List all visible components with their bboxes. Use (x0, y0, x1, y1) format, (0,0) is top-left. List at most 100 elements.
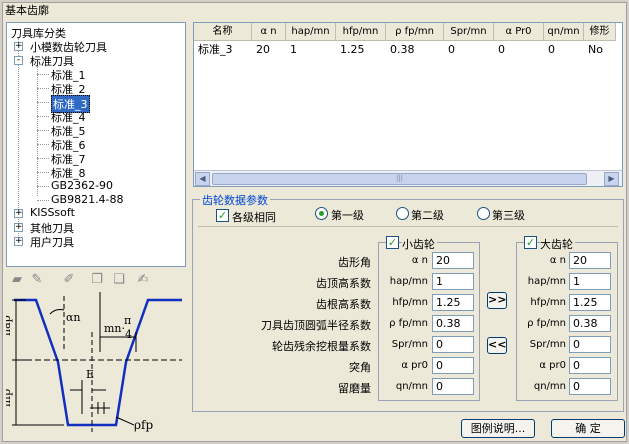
large-gear-symbol: hap/mn (527, 276, 566, 287)
table-cell[interactable]: 0.38 (386, 42, 444, 58)
large-gear-input[interactable]: 0.38 (569, 315, 611, 332)
large-gear-checkbox[interactable]: ✓ (524, 236, 537, 249)
small-gear-input[interactable]: 1.25 (432, 294, 474, 311)
large-gear-input[interactable]: 0 (569, 378, 611, 395)
level-2-radio[interactable] (396, 207, 409, 220)
tree-group-user[interactable]: 用户刀具 (30, 234, 74, 250)
small-gear-input[interactable]: 0 (432, 378, 474, 395)
scroll-right-icon[interactable]: ▶ (604, 172, 619, 186)
tree-connector (37, 116, 49, 117)
small-gear-symbol: hfp/mn (392, 297, 428, 308)
tree-connector (37, 66, 38, 196)
tree-connector (37, 158, 49, 159)
tree-group-kisssoft[interactable]: KISSsoft (30, 206, 75, 219)
large-gear-symbol: α pr0 (539, 360, 566, 371)
tree-connector (37, 130, 49, 131)
small-gear-checkbox[interactable]: ✓ (386, 236, 399, 249)
tooth-profile-diagram: hap hfp αn mn· π 4 E ρfp (6, 292, 182, 432)
param-label: 留磨量 (338, 382, 371, 395)
section-title: 齿轮数据参数 (200, 192, 270, 208)
column-header[interactable]: hap/mn (286, 23, 336, 41)
param-label: 齿顶高系数 (316, 277, 371, 290)
tree-connector (37, 74, 49, 75)
large-gear-symbol: hfp/mn (530, 297, 566, 308)
cutter-library-tree[interactable]: 刀具库分类 + 小模数齿轮刀具 - 标准刀具 标准_1 标准_2 标准_3 标准_4 标… (6, 22, 186, 267)
scroll-thumb[interactable]: ||| (212, 173, 587, 185)
small-gear-input[interactable]: 0 (432, 336, 474, 353)
edit-file-icon[interactable]: ✍ (134, 272, 152, 288)
column-header[interactable]: 名称 (194, 23, 252, 41)
hfp-label: hfp (6, 389, 13, 407)
param-label: 轮齿残余挖根量系数 (272, 340, 371, 353)
tree-connector (37, 144, 49, 145)
level-3-label: 第三级 (492, 209, 525, 222)
legend-button[interactable]: 图例说明... (461, 419, 535, 438)
all-levels-checkbox[interactable]: ✓ (216, 209, 229, 222)
small-gear-input[interactable]: 20 (432, 252, 474, 269)
rho-fp-label: ρfp (134, 418, 153, 432)
param-label: 突角 (349, 361, 371, 374)
table-cell[interactable]: 标准_3 (194, 42, 252, 58)
all-levels-label: 各级相同 (232, 211, 276, 224)
window-title: 基本齿廓 (5, 4, 49, 17)
column-header[interactable]: ρ fp/mn (386, 23, 444, 41)
copy-to-small-button[interactable]: << (487, 337, 507, 354)
small-gear-input[interactable]: 0.38 (432, 315, 474, 332)
tree-connector (37, 102, 49, 103)
grip-icon: ||| (395, 174, 404, 182)
tree-item-cutter[interactable]: GB2362-90 (51, 179, 113, 192)
alpha-n-label: αn (66, 311, 81, 324)
cutter-table[interactable]: 名称 α n hap/mn hfp/mn ρ fp/mn Spr/mn α Pr0 qn/mn… (193, 22, 623, 187)
horizontal-scrollbar[interactable]: ◀ ||| ▶ (194, 170, 622, 186)
level-3-radio[interactable] (477, 207, 490, 220)
large-gear-input[interactable]: 1.25 (569, 294, 611, 311)
new-folder-icon[interactable]: ▰ (8, 272, 26, 288)
expand-icon[interactable]: + (14, 42, 23, 51)
column-header[interactable]: Spr/mn (444, 23, 494, 41)
small-gear-label: 小齿轮 (402, 236, 437, 252)
scroll-left-icon[interactable]: ◀ (195, 172, 210, 186)
level-2-label: 第二级 (411, 209, 444, 222)
edit-folder-icon[interactable]: ✎ (28, 272, 46, 288)
column-header[interactable]: α Pr0 (494, 23, 544, 41)
tree-connector (37, 186, 49, 187)
param-label: 刀具齿顶圆弧半径系数 (261, 319, 371, 332)
copy-file-icon[interactable]: ❏ (110, 272, 128, 288)
large-gear-input[interactable]: 20 (569, 252, 611, 269)
ok-button[interactable]: 确 定 (551, 419, 625, 438)
new-file-icon[interactable]: ❐ (88, 272, 106, 288)
tree-connector (37, 200, 49, 201)
table-cell[interactable]: 0 (494, 42, 544, 58)
table-cell[interactable]: 1 (286, 42, 336, 58)
table-cell[interactable]: 1.25 (336, 42, 386, 58)
table-cell[interactable]: 0 (444, 42, 494, 58)
column-header[interactable]: 修形 (584, 23, 616, 41)
table-cell[interactable]: 20 (252, 42, 286, 58)
small-gear-symbol: α pr0 (401, 360, 428, 371)
table-cell[interactable]: 0 (544, 42, 584, 58)
column-header[interactable]: α n (252, 23, 286, 41)
collapse-icon[interactable]: - (14, 56, 23, 65)
large-gear-input[interactable]: 1 (569, 273, 611, 290)
large-gear-symbol: α n (549, 255, 566, 266)
large-gear-input[interactable]: 0 (569, 357, 611, 374)
column-header[interactable]: qn/mn (544, 23, 584, 41)
e-label: E (86, 368, 94, 381)
tree-item-cutter[interactable]: GB9821.4-88 (51, 193, 124, 206)
expand-icon[interactable]: + (14, 237, 23, 246)
hap-label: hap (6, 315, 13, 336)
edit-pen-icon[interactable]: ✐ (60, 272, 78, 288)
large-gear-input[interactable]: 0 (569, 336, 611, 353)
expand-icon[interactable]: + (14, 223, 23, 232)
tree-connector (37, 88, 49, 89)
large-gear-symbol: qn/mn (533, 381, 566, 392)
column-header[interactable]: hfp/mn (336, 23, 386, 41)
small-gear-symbol: ρ fp/mn (389, 318, 428, 329)
small-gear-input[interactable]: 1 (432, 273, 474, 290)
copy-to-large-button[interactable]: >> (487, 292, 507, 309)
expand-icon[interactable]: + (14, 209, 23, 218)
table-cell[interactable]: No (584, 42, 616, 58)
level-1-radio[interactable] (315, 207, 328, 220)
param-label: 齿形角 (338, 256, 371, 269)
small-gear-input[interactable]: 0 (432, 357, 474, 374)
